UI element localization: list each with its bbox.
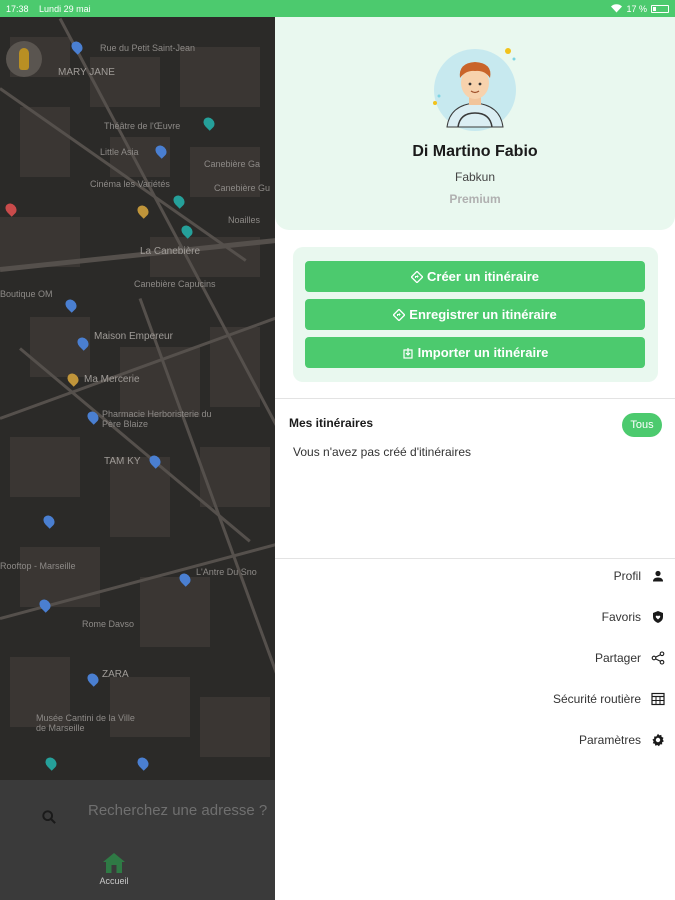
route-sign-icon [393,308,406,321]
map-label: L'Antre Du Sno [196,567,257,577]
map-view[interactable]: Rue du Petit Saint-Jean MARY JANE Théâtr… [0,17,275,900]
map-label: Canebière Gu [214,183,271,193]
map-label: Rome Davso [82,619,135,629]
menu-item-label: Profil [613,569,641,583]
map-label: Ma Mercerie [84,374,140,385]
map-label: MARY JANE [58,67,115,78]
map-label: Canebière Capucins [134,279,216,289]
menu-item-label: Sécurité routière [552,692,641,706]
search-bar[interactable] [0,780,287,840]
search-input[interactable] [88,801,287,819]
person-icon [653,570,663,582]
route-sign-icon [411,270,423,283]
map-label: Cinéma les Variétés [90,179,170,189]
menu-item-label: Favoris [601,610,641,624]
map-pin-icon[interactable] [201,115,217,131]
nav-tab-home-label: Accueil [99,876,129,886]
map-pin-icon[interactable] [135,203,151,219]
status-bar: 17:38 Lundi 29 mai 17 % [0,0,675,17]
map-label: Pharmacie Herboristerie du Père Blaize [102,409,212,429]
divider [275,558,675,559]
map-label: TAM KY [104,456,141,467]
gear-icon [652,733,664,747]
itinerary-actions: Créer un itinéraire Enregistrer un itiné… [293,247,658,382]
map-label: Canebière Ga [204,159,261,169]
create-itinerary-button[interactable]: Créer un itinéraire [305,261,645,292]
import-itinerary-label: Importer un itinéraire [417,345,549,360]
menu-item-label: Paramètres [578,733,641,747]
map-pin-icon[interactable] [135,755,151,771]
itineraries-title: Mes itinéraires [289,416,374,430]
map-label: Boutique OM [0,289,53,299]
itineraries-filter-chip[interactable]: Tous [622,413,662,437]
map-pin-icon[interactable] [43,755,59,771]
battery-percent: 17 % [626,3,647,14]
shield-heart-icon [653,611,663,623]
user-name: Di Martino Fabio [412,143,538,160]
map-label: Noailles [228,215,261,225]
map-label: Rue du Petit Saint-Jean [100,43,196,53]
user-handle: Fabkun [454,170,496,184]
itineraries-empty-message: Vous n'avez pas créé d'itinéraires [293,445,472,459]
share-icon [651,651,665,665]
search-icon[interactable] [42,810,56,824]
user-avatar[interactable] [430,45,520,135]
map-pin-icon[interactable] [171,193,187,209]
menu-item-label: Partager [594,651,641,665]
navigation-drawer: Di Martino Fabio Fabkun Premium Créer un… [275,17,675,900]
subscription-badge: Premium [449,192,501,206]
import-icon [403,347,413,359]
create-itinerary-label: Créer un itinéraire [427,269,539,284]
map-label: Théâtre de l'Œuvre [104,121,181,131]
battery-icon [651,4,669,13]
map-label: Musée Cantini de la Ville de Marseille [36,713,135,733]
status-time: 17:38 [6,3,29,14]
map-pin-icon[interactable] [41,513,57,529]
save-itinerary-button[interactable]: Enregistrer un itinéraire [305,299,645,330]
divider [275,398,675,399]
status-date: Lundi 29 mai [39,3,91,14]
menu-item-profile[interactable]: Profil [614,569,665,583]
map-label: La Canebière [140,246,201,257]
menu-item-settings[interactable]: Paramètres [579,733,665,747]
import-itinerary-button[interactable]: Importer un itinéraire [305,337,645,368]
map-pin-icon[interactable] [3,201,19,217]
map-label: Maison Empereur [94,331,173,342]
calendar-grid-icon [651,692,665,706]
menu-item-road-safety[interactable]: Sécurité routière [553,692,665,706]
streetview-pegman-icon[interactable] [6,41,42,77]
map-pin-icon[interactable] [63,297,79,313]
bottom-nav: Accueil [0,840,275,900]
map-label: Little Asia [100,147,139,157]
save-itinerary-label: Enregistrer un itinéraire [409,307,557,322]
menu-item-share[interactable]: Partager [595,651,665,665]
map-label: ZARA [102,669,129,680]
home-icon [103,853,125,873]
profile-card: Di Martino Fabio Fabkun Premium [275,17,675,230]
wifi-icon [611,4,623,13]
nav-tab-home[interactable]: Accueil [92,852,136,886]
map-pin-icon[interactable] [85,671,101,687]
map-label: Rooftop - Marseille [0,561,76,571]
menu-item-favorites[interactable]: Favoris [602,610,665,624]
